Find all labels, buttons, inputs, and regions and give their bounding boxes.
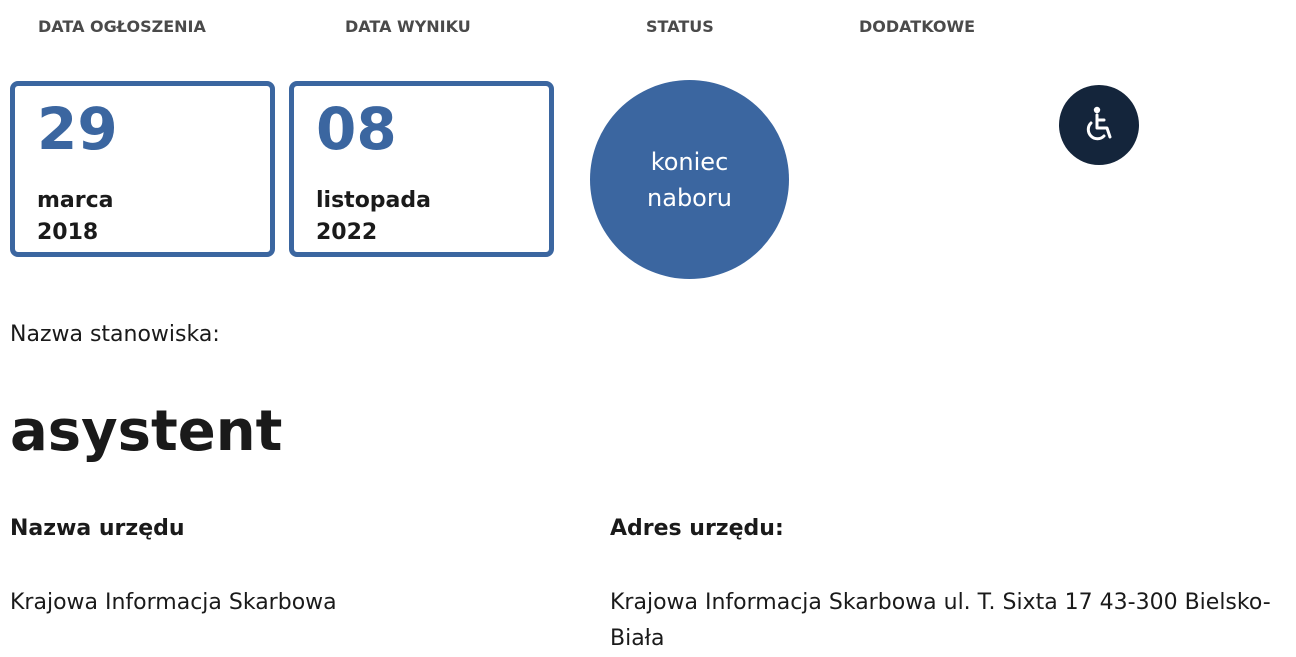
announcement-day: 29	[37, 95, 118, 163]
header-announcement-date: DATA OGŁOSZENIA	[38, 17, 206, 36]
status-badge: koniec naboru	[590, 80, 789, 279]
wheelchair-icon	[1059, 85, 1139, 165]
status-text: koniec naboru	[647, 147, 732, 212]
result-year: 2022	[316, 220, 378, 245]
office-name-value: Krajowa Informacja Skarbowa	[10, 590, 337, 615]
position-label: Nazwa stanowiska:	[10, 322, 220, 347]
announcement-month: marca	[37, 188, 114, 213]
office-name-label: Nazwa urzędu	[10, 516, 185, 541]
position-title: asystent	[10, 399, 283, 464]
result-date-box: 08 listopada 2022	[289, 81, 554, 257]
result-day: 08	[316, 95, 397, 163]
office-address-label: Adres urzędu:	[610, 516, 784, 541]
announcement-year: 2018	[37, 220, 99, 245]
office-address-value: Krajowa Informacja Skarbowa ul. T. Sixta…	[610, 590, 1271, 651]
header-status: STATUS	[646, 17, 714, 36]
announcement-date-box: 29 marca 2018	[10, 81, 275, 257]
header-additional: DODATKOWE	[859, 17, 976, 36]
result-month: listopada	[316, 188, 431, 213]
header-result-date: DATA WYNIKU	[345, 17, 471, 36]
